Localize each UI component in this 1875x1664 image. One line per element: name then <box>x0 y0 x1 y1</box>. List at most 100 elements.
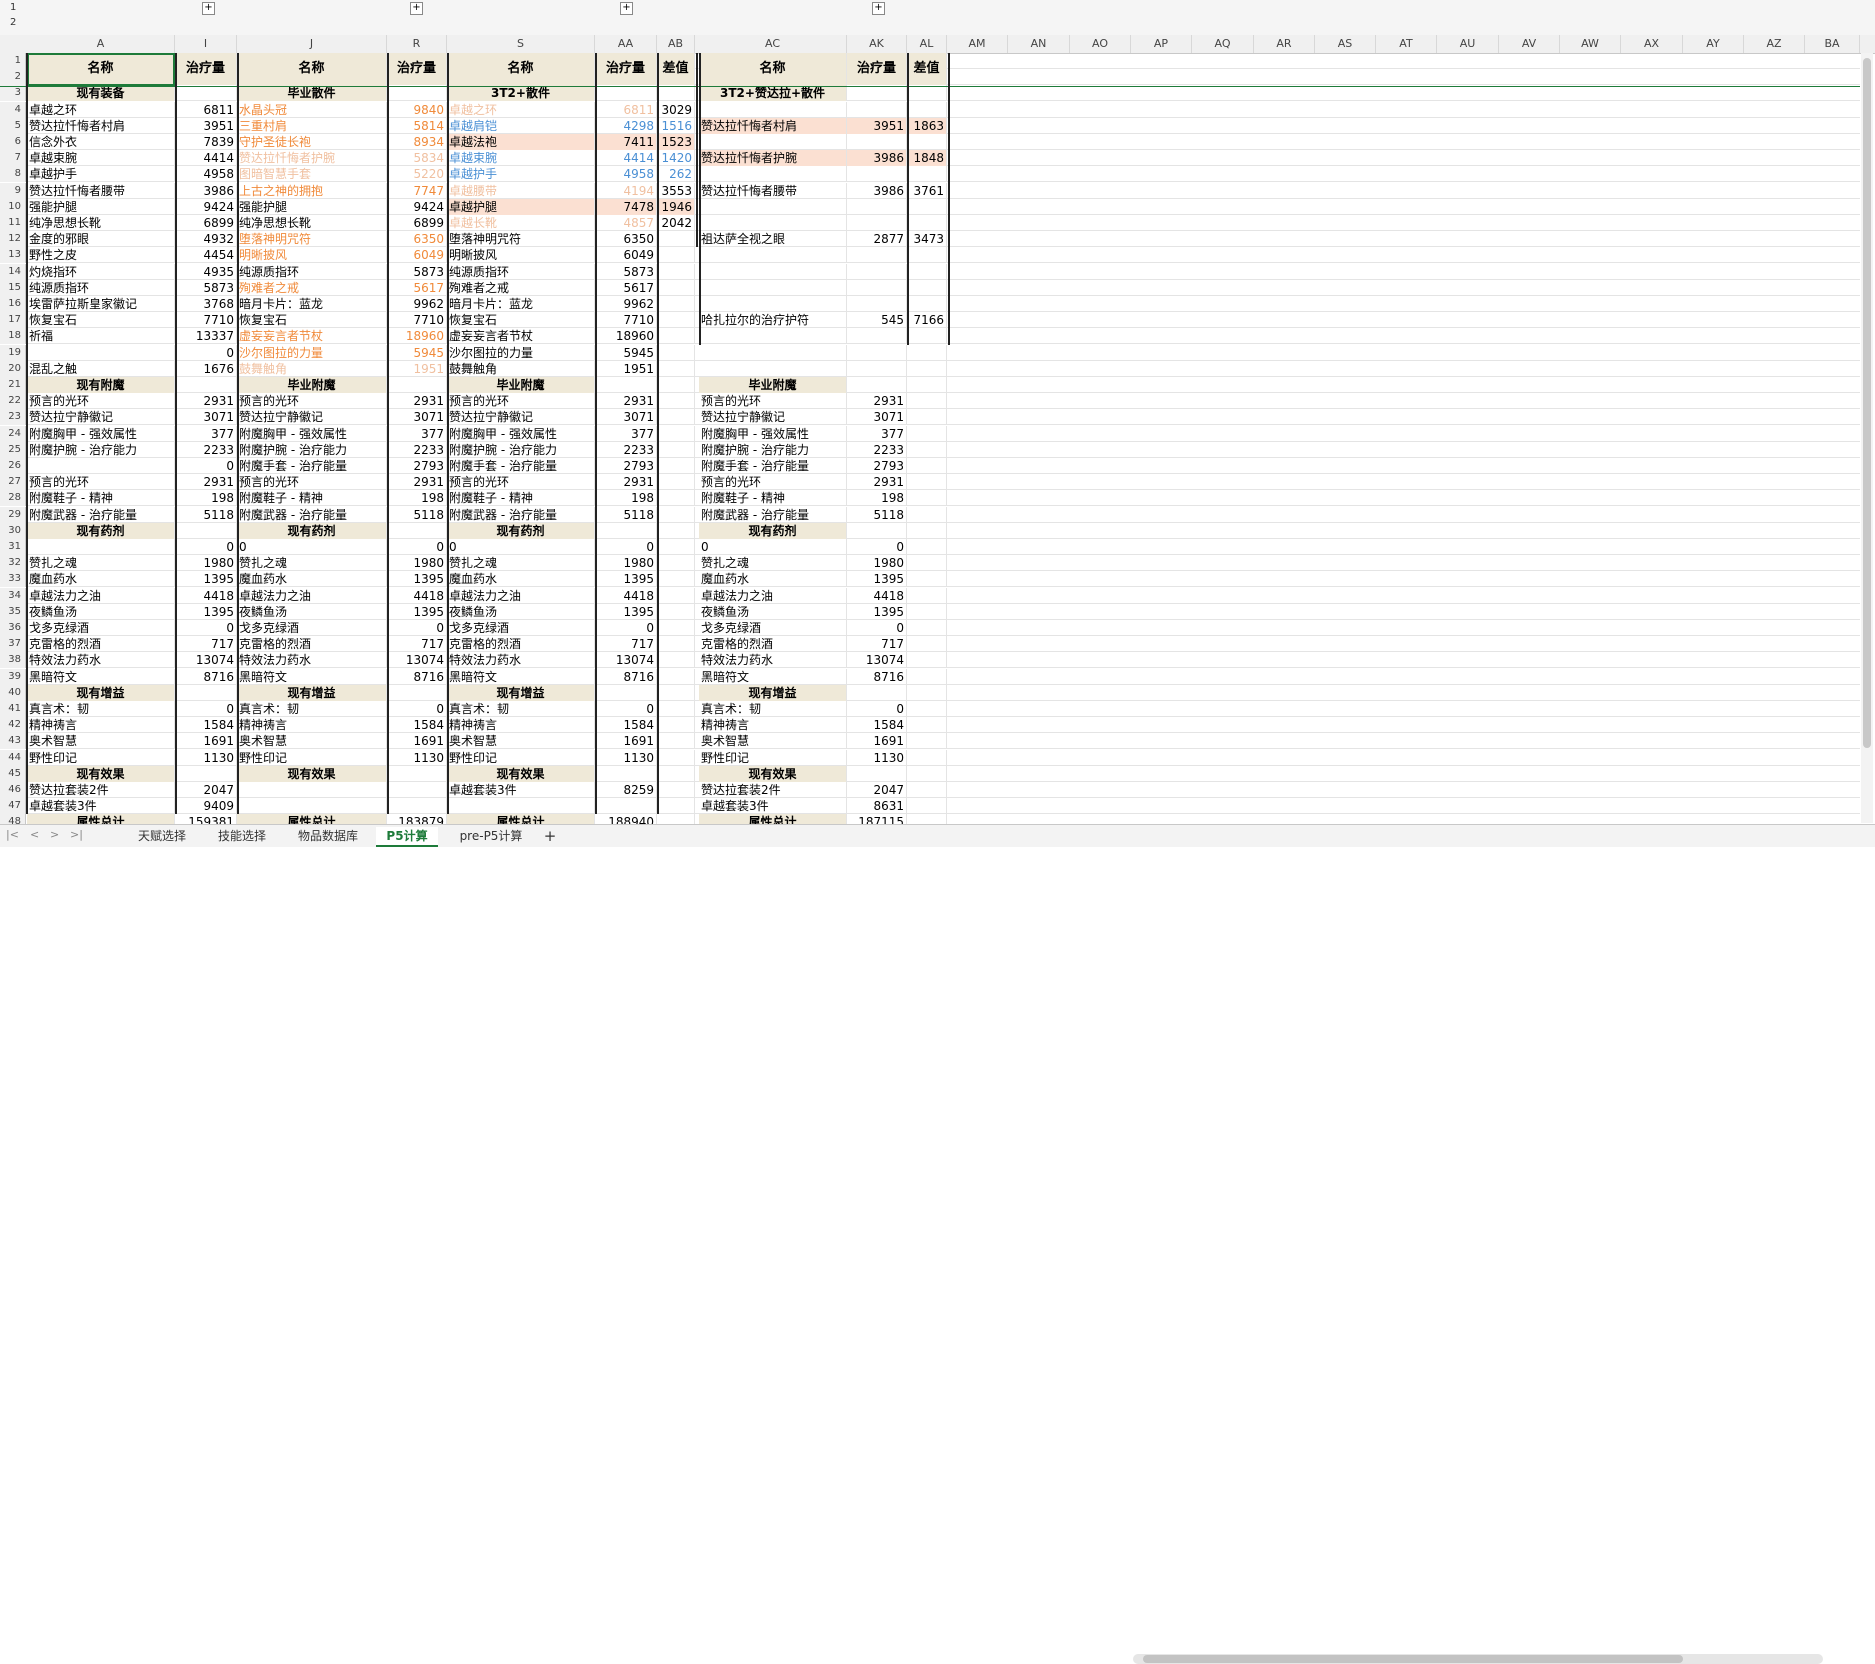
cell-j-40[interactable]: 现有增益 <box>237 684 387 701</box>
column-header[interactable]: I <box>175 35 237 53</box>
cell-ak-10[interactable] <box>847 198 907 215</box>
cell-ab-25[interactable] <box>657 441 695 458</box>
cell-j-33[interactable]: 魔血药水 <box>237 571 387 588</box>
cell-s-3[interactable]: 3T2+散件 <box>447 85 595 102</box>
cell-ak-9[interactable]: 3986 <box>847 182 907 199</box>
cell-r-5[interactable]: 5814 <box>387 117 447 134</box>
cell-s-23[interactable]: 赞达拉宁静徽记 <box>447 409 595 426</box>
cell-ab-29[interactable] <box>657 506 695 523</box>
cell-i-26[interactable]: 0 <box>175 458 237 474</box>
cell-al-15[interactable] <box>907 279 947 296</box>
cell-r-37[interactable]: 717 <box>387 636 447 653</box>
cell-j-6[interactable]: 守护圣徒长袍 <box>237 134 387 150</box>
cell-aa-36[interactable]: 0 <box>595 620 657 636</box>
cell-a-8[interactable]: 卓越护手 <box>27 166 175 183</box>
cell-ac-11[interactable] <box>699 215 847 231</box>
cell-aa-41[interactable]: 0 <box>595 701 657 717</box>
cell-ab-9[interactable]: 3553 <box>657 182 695 199</box>
cell-al-11[interactable] <box>907 215 947 231</box>
cell-ac-40[interactable]: 现有增益 <box>699 684 847 701</box>
cell-ak-20[interactable] <box>847 360 907 377</box>
cell-i-39[interactable]: 8716 <box>175 668 237 685</box>
cell-a-15[interactable]: 纯源质指环 <box>27 279 175 296</box>
column-header[interactable]: AW <box>1560 35 1621 53</box>
cell-al-32[interactable] <box>907 555 947 572</box>
cell-a-44[interactable]: 野性印记 <box>27 749 175 766</box>
row-number[interactable]: 2 <box>0 69 26 86</box>
cell-s-44[interactable]: 野性印记 <box>447 749 595 766</box>
cell-i-41[interactable]: 0 <box>175 701 237 717</box>
row-number[interactable]: 19 <box>0 344 26 361</box>
cell-s-43[interactable]: 奥术智慧 <box>447 733 595 750</box>
cell-s-39[interactable]: 黑暗符文 <box>447 668 595 685</box>
cell-j-10[interactable]: 强能护腿 <box>237 198 387 215</box>
cell-ac-44[interactable]: 野性印记 <box>699 749 847 766</box>
cell-ak-14[interactable] <box>847 263 907 280</box>
cell-ak-33[interactable]: 1395 <box>847 571 907 588</box>
cell-j-27[interactable]: 预言的光环 <box>237 474 387 491</box>
column-header[interactable]: AX <box>1621 35 1683 53</box>
cell-i-20[interactable]: 1676 <box>175 360 237 377</box>
cell-ak-39[interactable]: 8716 <box>847 668 907 685</box>
cell-r-16[interactable]: 9962 <box>387 296 447 312</box>
cell-s-42[interactable]: 精神祷言 <box>447 717 595 734</box>
cell-ak-43[interactable]: 1691 <box>847 733 907 750</box>
cell-i-21[interactable] <box>175 377 237 393</box>
cell-r-15[interactable]: 5617 <box>387 279 447 296</box>
row-number[interactable]: 9 <box>0 182 26 199</box>
cell-al-33[interactable] <box>907 571 947 588</box>
cell-j-25[interactable]: 附魔护腕 - 治疗能力 <box>237 441 387 458</box>
cell-a-41[interactable]: 真言术：韧 <box>27 701 175 717</box>
cell-ab-41[interactable] <box>657 701 695 717</box>
cell-a-6[interactable]: 信念外衣 <box>27 134 175 150</box>
row-number[interactable]: 44 <box>0 749 26 766</box>
cell-al-41[interactable] <box>907 701 947 717</box>
cell-ab-42[interactable] <box>657 717 695 734</box>
cell-aa-38[interactable]: 13074 <box>595 652 657 669</box>
cell-ak-47[interactable]: 8631 <box>847 798 907 815</box>
cell-ak-40[interactable] <box>847 684 907 701</box>
cell-aa-15[interactable]: 5617 <box>595 279 657 296</box>
cell-aa-31[interactable]: 0 <box>595 539 657 555</box>
cell-a-4[interactable]: 卓越之环 <box>27 101 175 118</box>
cell-ab-39[interactable] <box>657 668 695 685</box>
cell-aa-28[interactable]: 198 <box>595 490 657 507</box>
cell-i-9[interactable]: 3986 <box>175 182 237 199</box>
cell-s-28[interactable]: 附魔鞋子 - 精神 <box>447 490 595 507</box>
cell-ak-16[interactable] <box>847 296 907 312</box>
cell-r-41[interactable]: 0 <box>387 701 447 717</box>
cell-s-4[interactable]: 卓越之环 <box>447 101 595 118</box>
cell-j-21[interactable]: 毕业附魔 <box>237 377 387 393</box>
cell-ab-23[interactable] <box>657 409 695 426</box>
cell-al-39[interactable] <box>907 668 947 685</box>
tab-item-database[interactable]: 物品数据库 <box>284 827 372 845</box>
cell-al-6[interactable] <box>907 134 947 150</box>
cell-ab-46[interactable] <box>657 782 695 798</box>
column-header[interactable]: AL <box>907 35 947 53</box>
cell-i-13[interactable]: 4454 <box>175 247 237 264</box>
cell-j-24[interactable]: 附魔胸甲 - 强效属性 <box>237 425 387 442</box>
cell-i-27[interactable]: 2931 <box>175 474 237 491</box>
cell-s-18[interactable]: 虚妄妄言者节杖 <box>447 328 595 345</box>
column-header[interactable]: AQ <box>1192 35 1254 53</box>
cell-ac-33[interactable]: 魔血药水 <box>699 571 847 588</box>
cell-r-47[interactable] <box>387 798 447 815</box>
cell-ac-20[interactable] <box>699 360 847 377</box>
cell-ac-28[interactable]: 附魔鞋子 - 精神 <box>699 490 847 507</box>
cell-j-13[interactable]: 明晰披风 <box>237 247 387 264</box>
cell-aa-11[interactable]: 4857 <box>595 215 657 231</box>
cell-al-35[interactable] <box>907 603 947 620</box>
cell-ak-12[interactable]: 2877 <box>847 231 907 248</box>
row-number[interactable]: 28 <box>0 490 26 507</box>
cell-i-28[interactable]: 198 <box>175 490 237 507</box>
cell-j-5[interactable]: 三重村肩 <box>237 117 387 134</box>
cell-ak-3[interactable] <box>847 85 907 102</box>
cell-a-17[interactable]: 恢复宝石 <box>27 312 175 329</box>
cell-r-39[interactable]: 8716 <box>387 668 447 685</box>
cell-ak-27[interactable]: 2931 <box>847 474 907 491</box>
column-header[interactable]: R <box>387 35 447 53</box>
cell-i-33[interactable]: 1395 <box>175 571 237 588</box>
row-number[interactable]: 42 <box>0 717 26 734</box>
cell-ac-45[interactable]: 现有效果 <box>699 765 847 782</box>
cell-ac-9[interactable]: 赞达拉忏悔者腰带 <box>699 182 847 199</box>
